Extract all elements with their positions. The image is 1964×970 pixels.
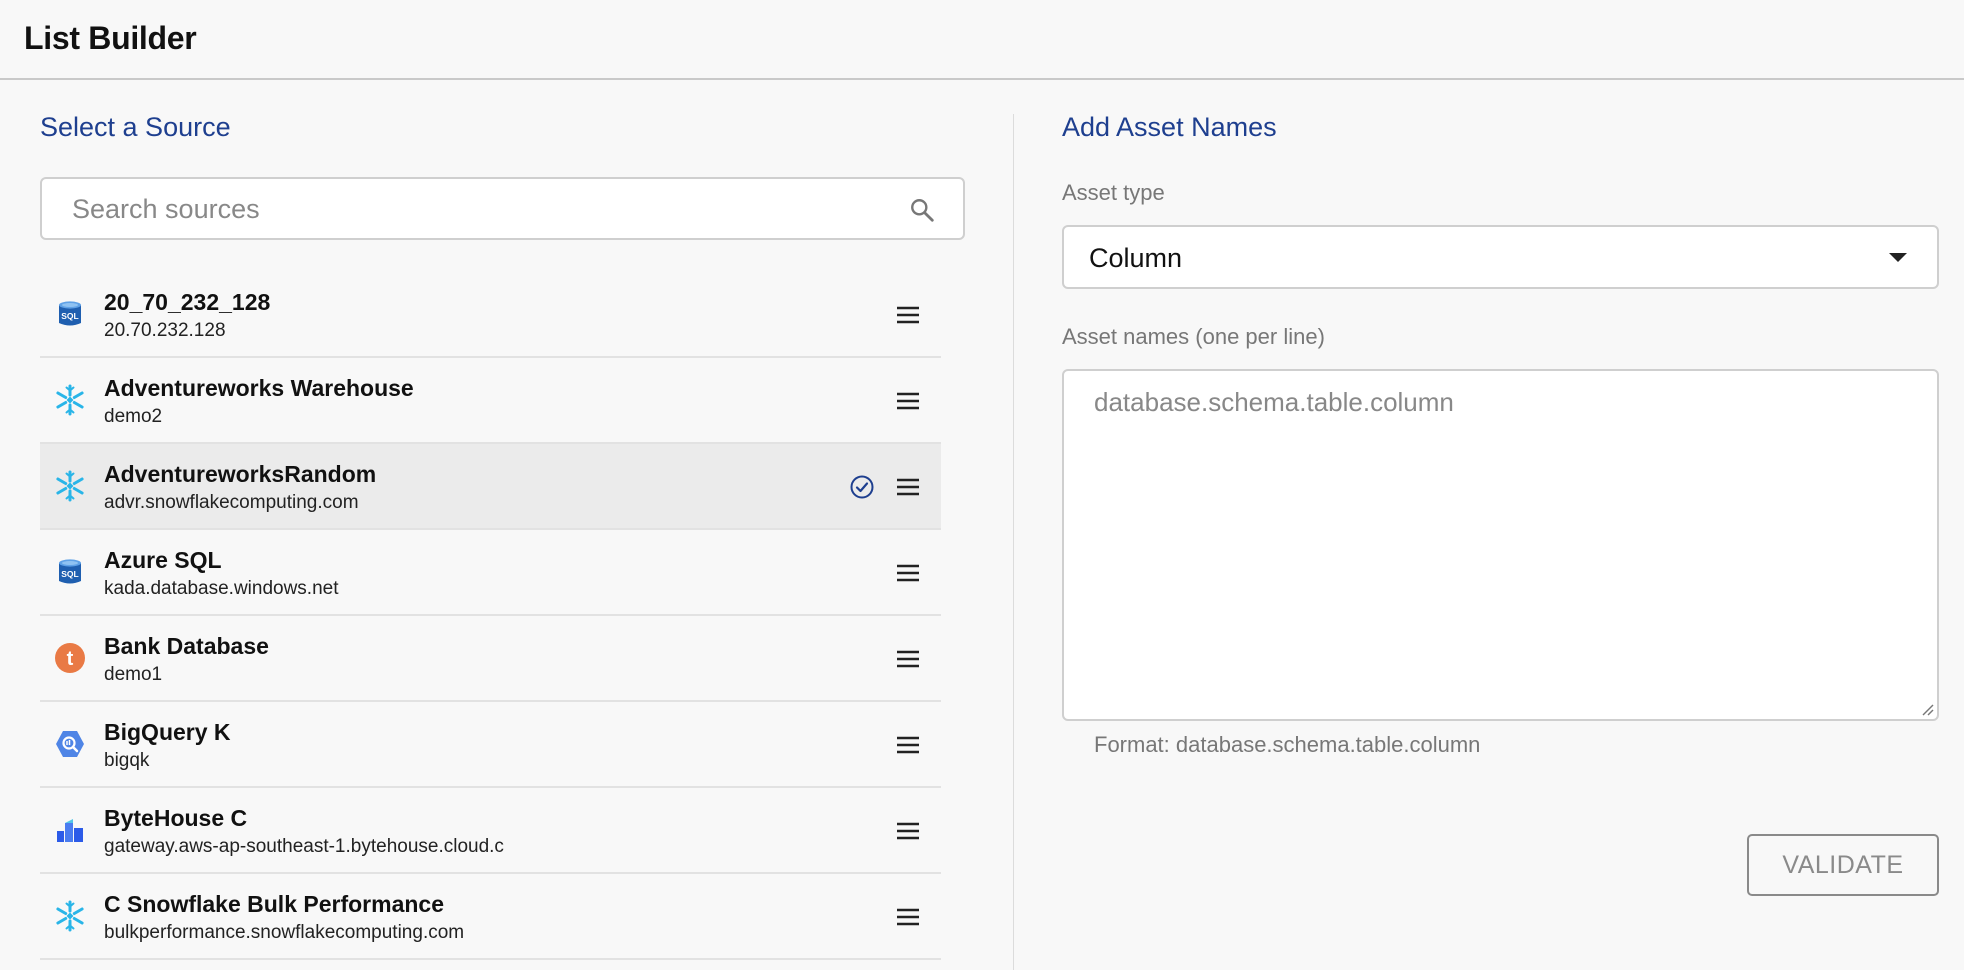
sql-database-icon: SQL xyxy=(54,298,86,330)
drag-handle-icon[interactable] xyxy=(895,819,921,843)
panel-divider xyxy=(1013,114,1014,970)
source-item[interactable]: SQL Azure SQL kada.database.windows.net xyxy=(40,530,941,616)
svg-text:t: t xyxy=(67,648,74,670)
snowflake-icon xyxy=(54,900,86,932)
source-host: advr.snowflakecomputing.com xyxy=(104,492,359,513)
add-asset-names-heading: Add Asset Names xyxy=(1062,112,1277,142)
asset-type-label: Asset type xyxy=(1062,180,1165,205)
source-name: Azure SQL xyxy=(104,547,222,573)
snowflake-icon xyxy=(54,470,86,502)
source-name: 20_70_232_128 xyxy=(104,289,271,315)
source-host: kada.database.windows.net xyxy=(104,578,339,599)
format-helper-text: Format: database.schema.table.column xyxy=(1094,732,1481,757)
search-icon[interactable] xyxy=(909,197,935,223)
asset-names-label: Asset names (one per line) xyxy=(1062,324,1325,349)
source-list: SQL 20_70_232_128 20.70.232.128 Adventure… xyxy=(40,272,941,960)
source-name: ByteHouse C xyxy=(104,805,248,831)
source-host: gateway.aws-ap-southeast-1.bytehouse.clo… xyxy=(104,836,504,857)
source-host: bigqk xyxy=(104,750,150,771)
drag-handle-icon[interactable] xyxy=(895,561,921,585)
resize-handle-icon[interactable] xyxy=(1919,701,1935,717)
source-name: BigQuery K xyxy=(104,719,231,745)
search-box[interactable] xyxy=(40,177,965,240)
source-item[interactable]: Adventureworks Warehouse demo2 xyxy=(40,358,941,444)
source-name: Bank Database xyxy=(104,633,269,659)
sql-database-icon: SQL xyxy=(54,556,86,588)
bigquery-icon xyxy=(54,728,86,760)
source-item[interactable]: ByteHouse C gateway.aws-ap-southeast-1.by… xyxy=(40,788,941,874)
search-input[interactable] xyxy=(72,189,892,229)
asset-names-textarea[interactable] xyxy=(1094,387,1914,687)
page-title: List Builder xyxy=(24,20,197,56)
source-item[interactable]: SQL 20_70_232_128 20.70.232.128 xyxy=(40,272,941,358)
source-host: bulkperformance.snowflakecomputing.com xyxy=(104,922,465,943)
drag-handle-icon[interactable] xyxy=(895,303,921,327)
app-header: List Builder xyxy=(0,0,1964,80)
drag-handle-icon[interactable] xyxy=(895,905,921,929)
svg-text:SQL: SQL xyxy=(61,311,78,321)
drag-handle-icon[interactable] xyxy=(895,389,921,413)
source-item[interactable]: C Snowflake Bulk Performance bulkperforma… xyxy=(40,874,941,960)
source-name: AdventureworksRandom xyxy=(104,461,377,487)
asset-type-selected-value: Column xyxy=(1089,243,1183,273)
tableau-t-icon: t xyxy=(54,642,86,674)
asset-type-select[interactable]: Column xyxy=(1062,225,1939,289)
source-host: demo1 xyxy=(104,664,163,685)
snowflake-icon xyxy=(54,384,86,416)
source-host: 20.70.232.128 xyxy=(104,320,226,341)
source-item[interactable]: BigQuery K bigqk xyxy=(40,702,941,788)
source-host: demo2 xyxy=(104,406,163,427)
check-circle-icon xyxy=(849,474,875,500)
caret-down-icon xyxy=(1889,253,1907,262)
source-item[interactable]: AdventureworksRandom advr.snowflakecomput… xyxy=(40,444,941,530)
drag-handle-icon[interactable] xyxy=(895,475,921,499)
select-source-heading: Select a Source xyxy=(40,112,231,142)
svg-text:SQL: SQL xyxy=(61,569,78,579)
source-name: Adventureworks Warehouse xyxy=(104,375,414,401)
asset-names-textarea-box[interactable] xyxy=(1062,369,1939,721)
source-name: C Snowflake Bulk Performance xyxy=(104,891,444,917)
validate-button[interactable]: VALIDATE xyxy=(1747,834,1939,896)
bytehouse-icon xyxy=(54,814,86,846)
drag-handle-icon[interactable] xyxy=(895,733,921,757)
drag-handle-icon[interactable] xyxy=(895,647,921,671)
source-item[interactable]: t Bank Database demo1 xyxy=(40,616,941,702)
